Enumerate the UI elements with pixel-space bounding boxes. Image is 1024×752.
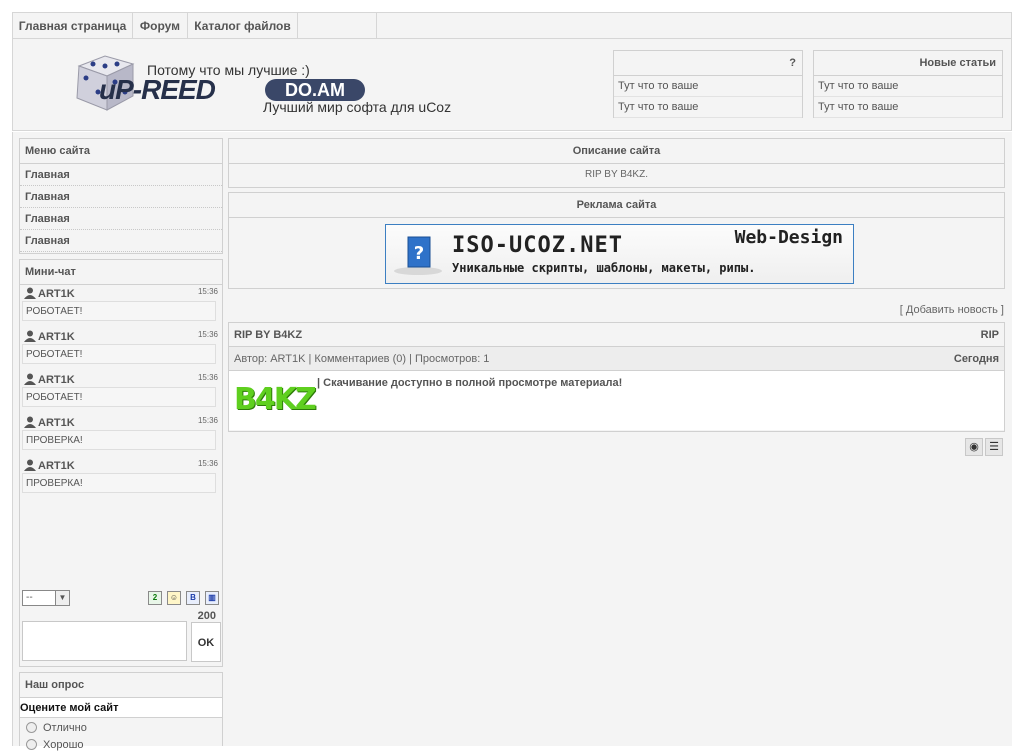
header-box-row[interactable]: Тут что то ваше [814,76,1002,97]
chat-message-input[interactable] [22,621,187,661]
menu-item-home[interactable]: Главная [20,208,222,230]
nav-item-forum[interactable]: Форум [133,13,188,39]
site-ads-title: Реклама сайта [229,193,1004,218]
site-description-box: Описание сайта RIP BY B4KZ. [228,138,1005,188]
chat-time: 15:36 [197,330,218,339]
banner-brand: Web-Design [734,227,843,248]
chat-select-value: -- [26,592,33,603]
site-description-title: Описание сайта [229,139,1004,164]
user-icon [24,373,36,385]
chat-time: 15:36 [197,416,218,425]
banner-slogan: Уникальные скрипты, шаблоны, макеты, рип… [452,261,756,275]
chevron-down-icon[interactable]: ▼ [55,591,69,605]
chat-message: ART1K 15:36 РОБОТАЕТ! [20,328,222,371]
add-news-link[interactable]: [ Добавить новость ] [900,304,1004,316]
eye-icon[interactable]: ◉ [965,438,983,456]
site-menu-title: Меню сайта [20,139,222,164]
logo-domain: DO.AM [265,79,365,101]
nav-item-files[interactable]: Каталог файлов [188,13,298,39]
poll-box: Наш опрос Оцените мой сайт Отлично Хорош… [19,672,223,751]
nav-item-home[interactable]: Главная страница [13,13,133,39]
nav-item-empty [298,13,377,39]
smiley-icon[interactable]: ☺ [167,591,181,605]
header-box-title: ? [614,51,802,76]
chat-select[interactable]: -- ▼ [22,590,70,606]
chat-user-name[interactable]: ART1K [38,288,75,300]
help-icon: ? [394,236,442,275]
menu-item-home[interactable]: Главная [20,164,222,186]
site-menu-box: Меню сайта Главная Главная Главная Главн… [19,138,223,254]
chat-send-button[interactable]: OK [191,622,221,662]
poll-option-label: Отлично [43,722,87,734]
chat-message: ART1K 15:36 ПРОВЕРКА! [20,457,222,500]
chat-user-name[interactable]: ART1K [38,460,75,472]
chat-text: ПРОВЕРКА! [22,430,216,450]
banner-domain: ISO-UCOZ.NET [452,233,623,258]
slogan-top: Потому что мы лучшие :) [147,62,310,78]
mini-chat-box: Мини-чат ART1K 15:36 РОБОТАЕТ! ART1K 15:… [19,259,223,667]
poll-option-label: Хорошо [43,739,84,751]
user-icon [24,330,36,342]
chat-message: ART1K 15:36 ПРОВЕРКА! [20,414,222,457]
chat-message-list: ART1K 15:36 РОБОТАЕТ! ART1K 15:36 РОБОТА… [20,285,222,500]
header-box-row[interactable]: Тут что то ваше [614,97,802,118]
page: Главная страница Форум Каталог файлов uP… [12,12,1012,751]
site-description-text: RIP BY B4KZ. [585,169,648,180]
ad-banner[interactable]: ? ISO-UCOZ.NET Web-Design Уникальные скр… [385,224,854,284]
radio-button[interactable] [26,722,37,733]
news-post: RIP BY B4KZ RIP Автор: ART1K | Комментар… [228,322,1005,432]
post-title[interactable]: RIP BY B4KZ [234,329,302,341]
slogan-bottom: Лучший мир софта для uCoz [263,99,452,115]
poll-option[interactable]: Отлично [20,718,222,738]
chat-time: 15:36 [197,287,218,296]
post-text: | Скачивание доступно в полной просмотре… [317,377,623,389]
header-box-unknown: ? Тут что то ваше Тут что то ваше [613,50,803,118]
chat-text: РОБОТАЕТ! [22,301,216,321]
header-box-new-articles: Новые статьи Тут что то ваше Тут что то … [813,50,1003,118]
chat-message: ART1K 15:36 РОБОТАЕТ! [20,371,222,414]
post-date: Сегодня [953,353,999,365]
chat-text: РОБОТАЕТ! [22,344,216,364]
content-area: Меню сайта Главная Главная Главная Главн… [12,132,1012,751]
chat-time: 15:36 [197,373,218,382]
chat-char-counter: 200 [197,610,216,622]
site-header: uP-REED DO.AM Потому что мы лучшие :) Лу… [12,39,1012,131]
menu-item-home[interactable]: Главная [20,186,222,208]
site-ads-box: Реклама сайта ? ISO-UCOZ.NET Web-Design … [228,192,1005,289]
settings-icon[interactable]: ▥ [205,591,219,605]
poll-question: Оцените мой сайт [20,698,222,718]
poll-option[interactable]: Хорошо [20,738,222,752]
radio-button[interactable] [26,739,37,750]
chat-text: ПРОВЕРКА! [22,473,216,493]
post-category[interactable]: RIP [981,323,999,347]
menu-item-home[interactable]: Главная [20,230,222,252]
chat-user-name[interactable]: ART1K [38,331,75,343]
chat-text: РОБОТАЕТ! [22,387,216,407]
post-meta: Автор: ART1K | Комментариев (0) | Просмо… [234,353,490,365]
chat-user-name[interactable]: ART1K [38,417,75,429]
chat-user-name[interactable]: ART1K [38,374,75,386]
header-box-row[interactable]: Тут что то ваше [614,76,802,97]
logo-text: uP-REED [99,74,216,105]
user-icon [24,287,36,299]
chat-message: ART1K 15:36 РОБОТАЕТ! [20,285,222,328]
refresh-icon[interactable]: 2 [148,591,162,605]
details-icon[interactable]: ☰ [985,438,1003,456]
header-box-title: Новые статьи [814,51,1002,76]
bold-icon[interactable]: B [186,591,200,605]
poll-title: Наш опрос [20,673,222,698]
chat-time: 15:36 [197,459,218,468]
post-body: B4KZ | Скачивание доступно в полной прос… [229,371,1004,430]
mini-chat-title: Мини-чат [20,260,222,285]
top-navigation: Главная страница Форум Каталог файлов [12,12,1012,39]
svg-text:?: ? [414,243,424,264]
user-icon [24,416,36,428]
user-icon [24,459,36,471]
post-logo-image: B4KZ [234,382,317,417]
header-box-row[interactable]: Тут что то ваше [814,97,1002,118]
